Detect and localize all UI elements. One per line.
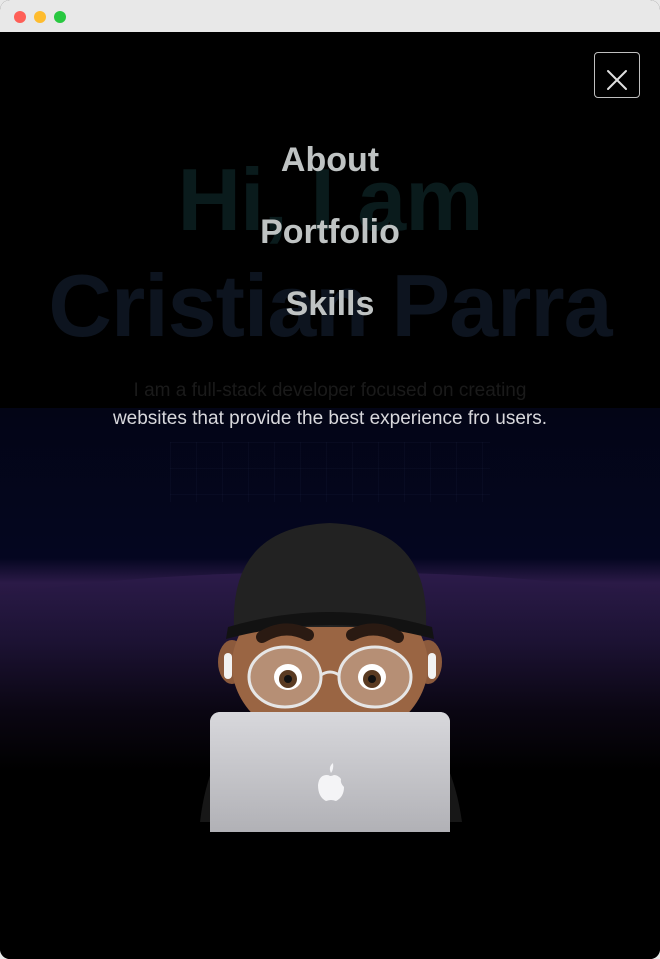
close-menu-button[interactable]	[594, 52, 640, 98]
main-menu: About Portfolio Skills	[0, 124, 660, 340]
maximize-window-button[interactable]	[54, 11, 66, 23]
menu-overlay: About Portfolio Skills	[0, 32, 660, 959]
minimize-window-button[interactable]	[34, 11, 46, 23]
page: Hi, I am Cristian Parra I am a full-stac…	[0, 32, 660, 959]
title-bar	[0, 0, 660, 32]
close-window-button[interactable]	[14, 11, 26, 23]
close-icon	[607, 70, 627, 90]
menu-item-portfolio[interactable]: Portfolio	[0, 196, 660, 268]
menu-item-about[interactable]: About	[0, 124, 660, 196]
browser-window: Hi, I am Cristian Parra I am a full-stac…	[0, 0, 660, 959]
menu-item-skills[interactable]: Skills	[0, 268, 660, 340]
